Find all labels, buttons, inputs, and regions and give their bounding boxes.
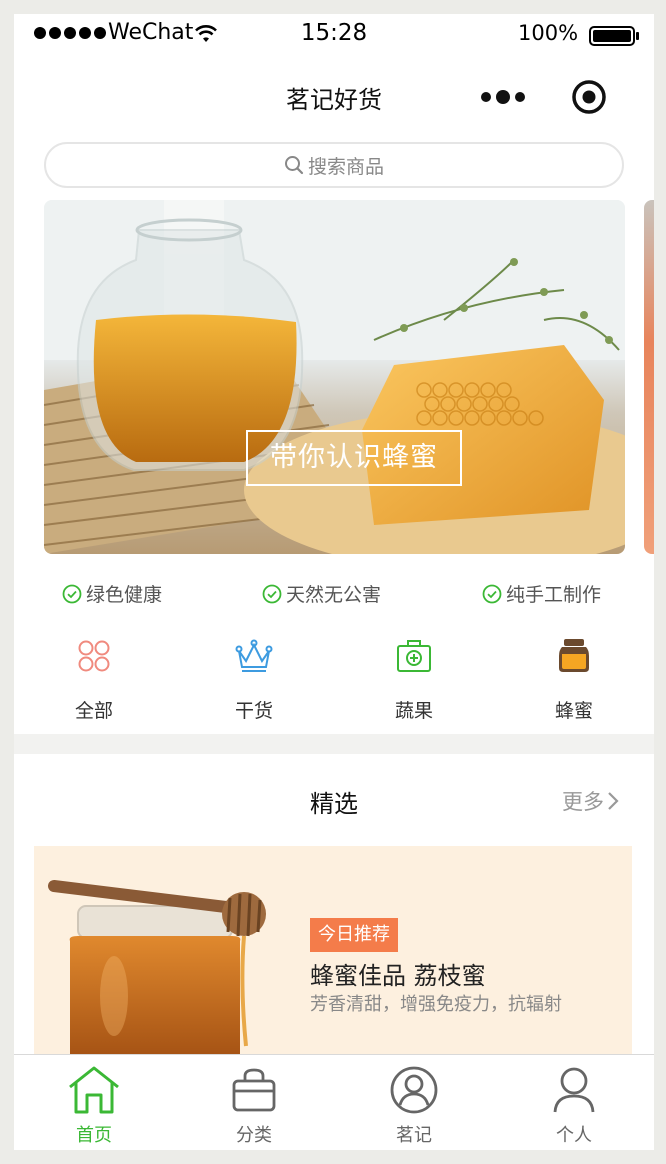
category-honey[interactable]: 蜂蜜 [514, 636, 634, 723]
close-miniprogram-icon[interactable] [571, 79, 607, 119]
next-banner-slide[interactable] [644, 200, 654, 554]
tab-label: 个人 [556, 1125, 592, 1146]
feature-label: 天然无公害 [286, 584, 382, 606]
section-title: 精选 [310, 790, 358, 818]
feature-label: 纯手工制作 [506, 584, 602, 606]
more-link[interactable]: 更多 [562, 786, 620, 816]
crown-icon [194, 636, 314, 676]
medical-box-icon [354, 636, 474, 676]
nav-bar: 茗记好货 [14, 64, 654, 130]
home-icon [34, 1063, 154, 1117]
tab-home[interactable]: 首页 [34, 1063, 154, 1147]
feature-item: 天然无公害 [262, 580, 381, 607]
bottom-tab-bar: 首页 分类 茗记 个人 [14, 1054, 654, 1150]
more-label: 更多 [562, 790, 604, 814]
category-label: 蔬果 [394, 700, 433, 722]
category-label: 蜂蜜 [554, 700, 593, 722]
section-divider [14, 734, 654, 754]
user-circle-icon [354, 1063, 474, 1117]
battery-icon [589, 26, 641, 50]
category-dried[interactable]: 干货 [194, 636, 314, 723]
featured-product-card[interactable]: 今日推荐 蜂蜜佳品 荔枝蜜 芳香清甜，增强免疫力，抗辐射 [34, 846, 632, 1086]
page-title: 茗记好货 [286, 86, 382, 114]
status-bar: WeChat 15:28 100% [14, 14, 654, 56]
tab-category[interactable]: 分类 [194, 1063, 314, 1147]
battery-percent: 100% [518, 21, 579, 45]
tab-label: 茗记 [396, 1125, 432, 1146]
feature-label: 绿色健康 [86, 584, 163, 606]
feature-item: 绿色健康 [62, 580, 162, 607]
banner-carousel-slide[interactable]: 带你认识蜂蜜 [44, 200, 625, 554]
banner-caption: 带你认识蜂蜜 [246, 430, 462, 486]
check-circle-icon [262, 584, 282, 603]
search-icon [284, 156, 304, 175]
product-title: 蜂蜜佳品 荔枝蜜 [310, 962, 486, 990]
phone-screen: WeChat 15:28 100% 茗记好货 搜索商品 带你认识蜂蜜 绿色健康 … [14, 14, 654, 1150]
person-icon [514, 1063, 634, 1117]
category-vegetables[interactable]: 蔬果 [354, 636, 474, 723]
more-options-icon[interactable] [481, 90, 525, 104]
tab-mingji[interactable]: 茗记 [354, 1063, 474, 1147]
bag-icon [194, 1063, 314, 1117]
feature-highlights: 绿色健康 天然无公害 纯手工制作 [14, 580, 654, 610]
grid-icon [34, 636, 154, 676]
product-description: 芳香清甜，增强免疫力，抗辐射 [310, 994, 562, 1015]
tab-profile[interactable]: 个人 [514, 1063, 634, 1147]
honey-jar-icon [514, 636, 634, 676]
chevron-right-icon [608, 792, 619, 810]
feature-item: 纯手工制作 [482, 580, 601, 607]
tab-label: 首页 [76, 1125, 112, 1146]
category-all[interactable]: 全部 [34, 636, 154, 723]
search-input[interactable]: 搜索商品 [44, 142, 624, 188]
honey-banner-image [44, 200, 625, 554]
recommend-badge: 今日推荐 [310, 918, 398, 952]
category-label: 干货 [234, 700, 273, 722]
product-image [48, 880, 266, 1076]
category-label: 全部 [74, 700, 113, 722]
check-circle-icon [482, 584, 502, 603]
check-circle-icon [62, 584, 82, 603]
search-placeholder: 搜索商品 [307, 155, 384, 178]
tab-label: 分类 [236, 1125, 272, 1146]
